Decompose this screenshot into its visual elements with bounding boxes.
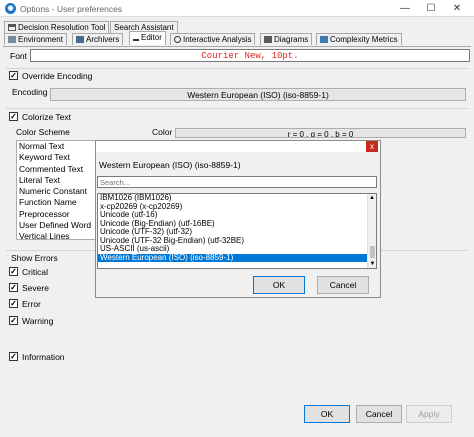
popup-header [95,140,381,152]
tab-editor[interactable]: Editor [129,31,166,45]
editor-icon [133,34,139,41]
severe-label: Severe [22,283,49,293]
archive-icon [76,36,84,43]
tab-decision-resolution-tool[interactable]: Decision Resolution Tool [4,21,110,33]
encoding-search-input[interactable] [97,176,377,188]
ok-button[interactable]: OK [304,405,350,423]
scroll-thumb[interactable] [370,246,375,258]
tab-diagrams[interactable]: Diagrams [260,33,313,45]
popup-ok-button[interactable]: OK [253,276,305,294]
list-item[interactable]: Preprocessor [17,209,95,220]
tab-archivers[interactable]: Archivers [72,33,124,45]
popup-current-encoding: Western European (ISO) (iso-8859-1) [99,160,241,170]
override-encoding-checkbox[interactable]: ✓ [9,71,18,80]
cancel-button[interactable]: Cancel [356,405,402,423]
tab-label: Decision Resolution Tool [18,23,106,32]
apply-button[interactable]: Apply [406,405,452,423]
color-value-field[interactable]: r = 0 , g = 0 , b = 0 [175,128,466,138]
minimize-button[interactable]: — [392,0,418,17]
divider [6,68,468,69]
severe-checkbox[interactable]: ✓ [9,283,18,292]
analysis-icon [174,36,181,43]
diagram-icon [264,36,272,43]
colorize-text-label: Colorize Text [22,112,71,122]
list-item-selected[interactable]: Western European (ISO) (iso-8859-1) [98,253,376,262]
font-label: Font [10,51,28,61]
scrollbar[interactable]: ▲ ▼ [367,194,376,268]
color-label: Color [152,127,173,137]
tab-complexity-metrics[interactable]: Complexity Metrics [316,33,402,45]
popup-close-button[interactable]: x [366,141,378,152]
critical-label: Critical [22,267,48,277]
list-item[interactable]: Normal Text [17,141,95,152]
font-preview-field[interactable]: Courier New, 10pt. [30,49,470,62]
color-scheme-label: Color Scheme [16,127,70,137]
list-item[interactable]: Vertical Lines [17,231,95,239]
environment-icon [8,36,16,43]
information-label: Information [22,352,65,362]
app-icon: ◉ [5,3,16,14]
tab-environment[interactable]: Environment [4,33,67,45]
encoding-field[interactable]: Western European (ISO) (iso-8859-1) [50,88,466,101]
list-item[interactable]: Commented Text [17,164,95,175]
show-errors-label: Show Errors [11,253,58,263]
divider [6,108,468,109]
color-value: r = 0 , g = 0 , b = 0 [287,130,354,138]
tab-label: Editor [141,33,162,42]
list-item[interactable]: Literal Text [17,175,95,186]
encoding-label: Encoding [12,87,48,97]
metrics-icon [320,36,328,43]
scroll-down-icon[interactable]: ▼ [368,260,376,268]
encoding-list[interactable]: IBM1026 (IBM1026) x-cp20269 (x-cp20269) … [97,193,377,269]
tab-label: Complexity Metrics [330,35,398,44]
override-encoding-label: Override Encoding [22,71,93,81]
maximize-button[interactable]: ☐ [418,0,444,17]
hierarchy-icon [8,24,16,31]
tab-label: Diagrams [274,35,309,44]
window-title: Options - User preferences [20,4,123,14]
list-item[interactable]: Function Name [17,197,95,208]
error-label: Error [22,299,41,309]
popup-cancel-button[interactable]: Cancel [317,276,369,294]
error-checkbox[interactable]: ✓ [9,299,18,308]
scroll-up-icon[interactable]: ▲ [368,194,376,202]
tab-label: Environment [18,35,63,44]
list-item[interactable]: Keyword Text [17,152,95,163]
color-scheme-list[interactable]: Normal Text Keyword Text Commented Text … [16,140,96,240]
critical-checkbox[interactable]: ✓ [9,267,18,276]
tab-label: Interactive Analysis [183,35,252,44]
list-item[interactable]: Numeric Constant [17,186,95,197]
colorize-text-checkbox[interactable]: ✓ [9,112,18,121]
tab-label: Archivers [86,35,120,44]
warning-checkbox[interactable]: ✓ [9,316,18,325]
warning-label: Warning [22,316,54,326]
close-button[interactable]: ✕ [444,0,470,17]
information-checkbox[interactable]: ✓ [9,352,18,361]
tab-interactive-analysis[interactable]: Interactive Analysis [170,33,256,45]
list-item[interactable]: User Defined Word [17,220,95,231]
